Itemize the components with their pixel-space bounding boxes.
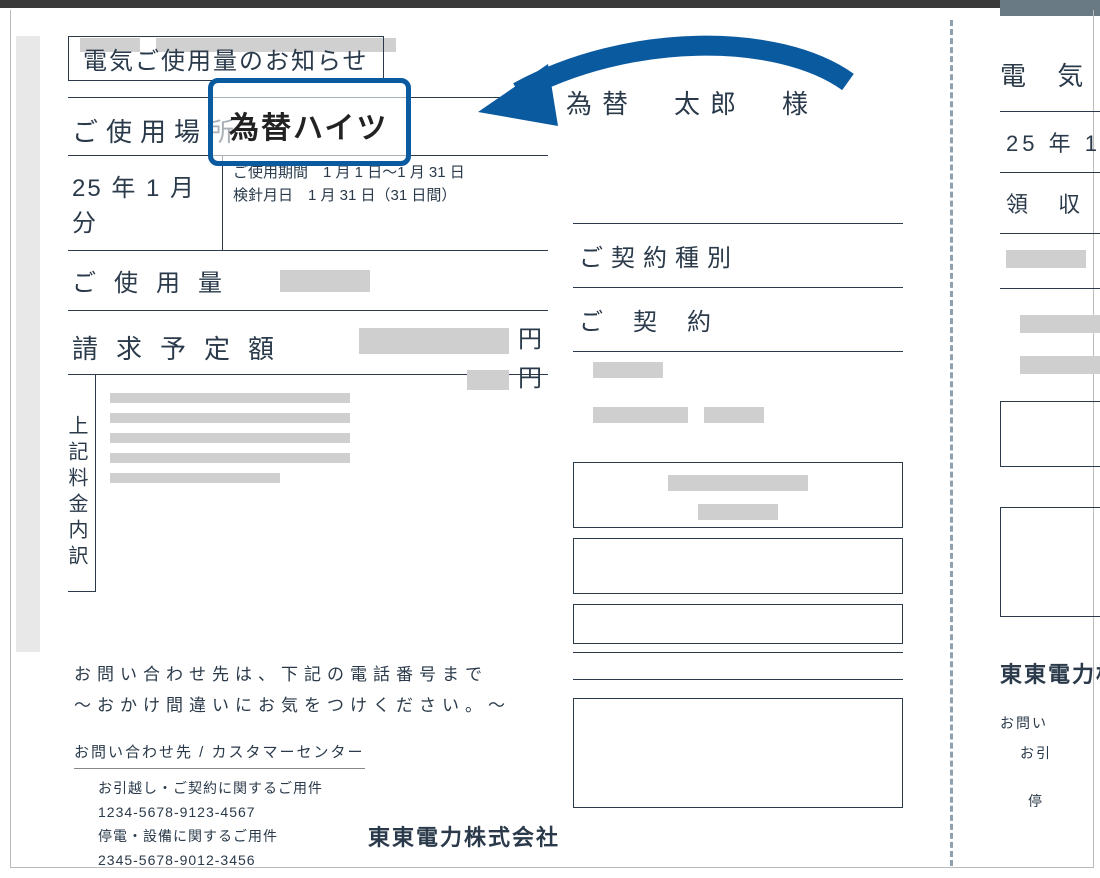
usage-label: ご使用量: [72, 263, 240, 298]
placeholder-bar: [1020, 356, 1100, 374]
inquiry-line: ～おかけ間違いにお気をつけください。～: [74, 691, 511, 722]
breakdown-label: 上記料金内訳: [68, 375, 96, 592]
stub-inquiry: お問い: [1000, 713, 1100, 733]
stub-title: 電 気: [1000, 56, 1100, 93]
inquiry-item: お引越し・ご契約に関するご用件: [98, 777, 511, 801]
contract-type-row: ご契約種別: [573, 223, 903, 287]
notice-title: 電気ご使用量のお知らせ: [68, 36, 384, 81]
stub-box: [1000, 507, 1100, 617]
receipt-stub: 電 気 25 年 1 領 収 金 東東電力株 お問い お引 停: [1000, 56, 1100, 811]
stub-receipt-label: 領 収 金: [1000, 172, 1100, 233]
divider: [573, 652, 903, 653]
inquiry-subtitle: お問い合わせ先 / カスタマーセンター: [74, 739, 365, 769]
left-column: ご使用場所 為替ハイツ 25 年 1 月分 ご使用期間 1 月 1 日～1 月 …: [68, 97, 548, 592]
top-dark-bar: [0, 0, 1100, 8]
contract-type-label: ご契約種別: [579, 238, 739, 273]
placeholder-bar: [668, 475, 808, 491]
placeholder-bar: [110, 413, 350, 423]
inquiry-tel: 2345-5678-9012-3456: [98, 849, 511, 873]
right-column: ご契約種別 ご契約: [573, 223, 903, 808]
bill-label: 請求予定額: [72, 329, 292, 366]
yen-unit: 円: [518, 365, 544, 392]
placeholder-bar: [593, 407, 688, 423]
top-right-tab: [1000, 0, 1100, 16]
stub-company: 東東電力株: [1000, 657, 1100, 689]
placeholder-bar: [110, 393, 350, 403]
yen-unit: 円: [518, 326, 544, 353]
placeholder-bar: [593, 362, 663, 378]
perforation-divider: [950, 20, 953, 866]
placeholder-bar: [110, 433, 350, 443]
stub-box: [1000, 401, 1100, 467]
info-box: [573, 462, 903, 528]
divider: [573, 679, 903, 680]
document-main: 電気ご使用量のお知らせ 為替 太郎 様 ご使用場所 為替ハイツ 25 年 1 月…: [68, 36, 888, 592]
placeholder-bar: [359, 328, 509, 354]
inquiry-line: お問い合わせ先は、下記の電話番号まで: [74, 660, 511, 691]
placeholder-bar: [110, 473, 280, 483]
contract-row: ご契約: [573, 287, 903, 352]
stub-inquiry: 停: [1000, 791, 1100, 811]
breakdown-body: [96, 375, 548, 592]
stub-month: 25 年 1: [1000, 111, 1100, 172]
placeholder-bar: [704, 407, 764, 423]
stub-inquiry: お引: [1000, 743, 1100, 763]
location-highlight-box: 為替ハイツ: [208, 78, 411, 166]
placeholder-bar: [1006, 250, 1086, 268]
location-value: 為替ハイツ: [229, 112, 388, 145]
company-name: 東東電力株式会社: [368, 820, 560, 852]
contract-label: ご契約: [579, 302, 741, 337]
billing-month: 25 年 1 月分: [68, 156, 222, 250]
placeholder-bar: [467, 370, 509, 390]
info-box: [573, 538, 903, 594]
placeholder-bar: [698, 504, 778, 520]
placeholder-bar: [110, 453, 350, 463]
left-margin-gray: [16, 36, 40, 652]
info-box-large: [573, 698, 903, 808]
info-box: [573, 604, 903, 644]
placeholder-bar: [280, 270, 370, 292]
meter-date: 検針月日 1 月 31 日（31 日間）: [233, 185, 538, 208]
placeholder-bar: [1020, 315, 1100, 333]
